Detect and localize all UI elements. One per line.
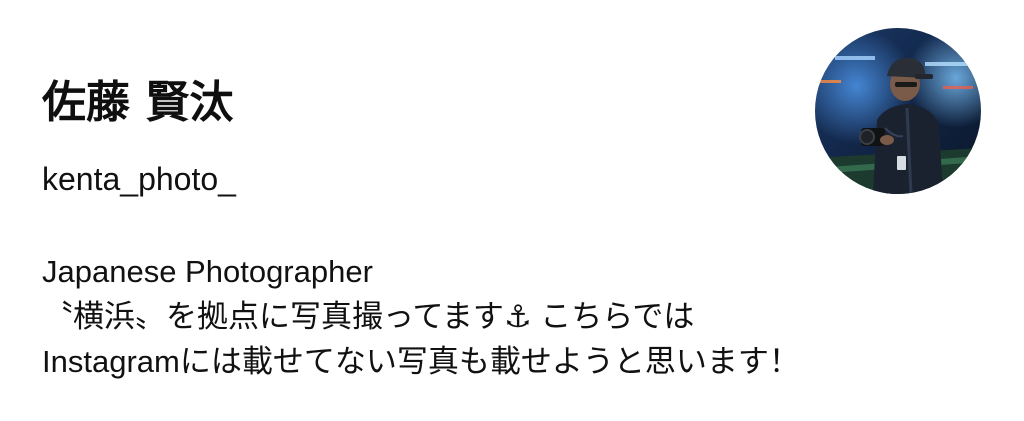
avatar-photo — [815, 28, 981, 194]
bio-line-3: Instagramには載せてない写真も載せようと思います！ — [42, 343, 800, 379]
display-name: 佐藤 賢汰 — [42, 77, 234, 128]
bio-line-1: Japanese Photographer — [42, 254, 373, 289]
bio-line-2: 〝横浜〟を拠点に写真撮ってます⚓ こちらでは — [42, 298, 695, 334]
avatar[interactable] — [815, 28, 981, 194]
bio: Japanese Photographer 〝横浜〟を拠点に写真撮ってます⚓ こ… — [42, 250, 982, 385]
profile-header: 佐藤 賢汰 kenta_photo_ Japanese Photographer… — [0, 0, 1024, 421]
username[interactable]: kenta_photo_ — [42, 160, 236, 198]
